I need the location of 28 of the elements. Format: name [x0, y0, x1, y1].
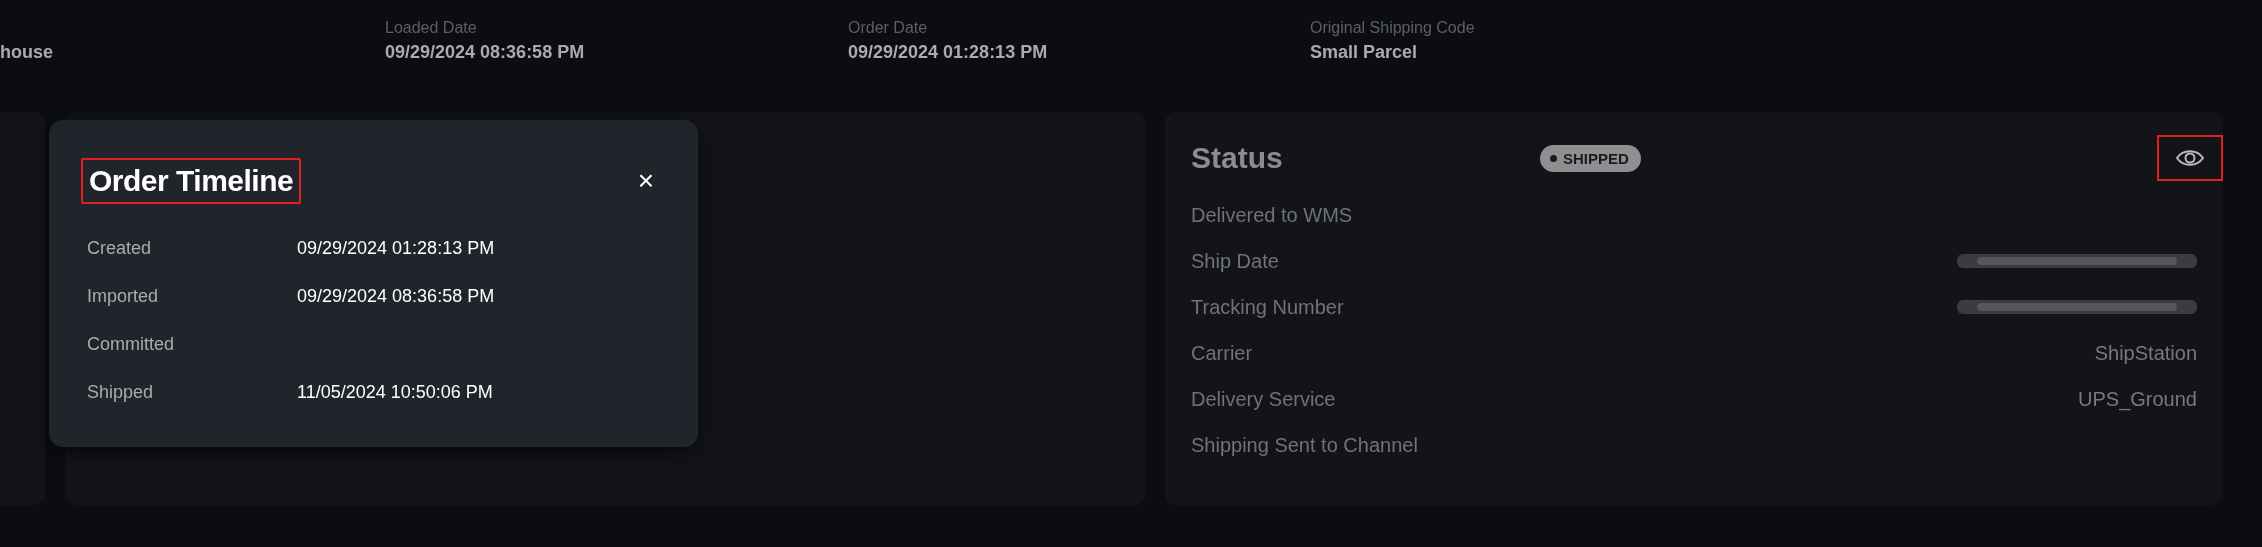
status-badge: SHIPPED [1540, 144, 1641, 172]
field-label: Original Shipping Code [1310, 19, 1476, 38]
eye-icon [2175, 148, 2205, 168]
field-label: Loaded Date [385, 19, 478, 38]
status-row-value: ShipStation [2094, 341, 2197, 365]
field-value: 09/29/2024 01:28:13 PM [848, 42, 1049, 63]
timeline-label: Committed [87, 333, 176, 355]
timeline-label: Imported [87, 285, 160, 307]
status-title: Status [1191, 141, 1284, 175]
status-row-label: Tracking Number [1191, 295, 1344, 319]
field-value: house [0, 42, 54, 63]
timeline-value: 09/29/2024 08:36:58 PM [297, 285, 496, 307]
status-row-value: UPS_Ground [2078, 387, 2197, 411]
dialog-title: Order Timeline [81, 158, 302, 204]
status-row-label: Delivered to WMS [1191, 203, 1353, 227]
status-row-label: Shipping Sent to Channel [1191, 433, 1418, 457]
field-label: Order Date [848, 19, 929, 38]
view-button[interactable] [2157, 135, 2223, 181]
field-value: 09/29/2024 08:36:58 PM [385, 42, 586, 63]
status-row-label: Delivery Service [1191, 387, 1336, 411]
timeline-label: Created [87, 237, 153, 259]
field-value: Small Parcel [1310, 42, 1419, 63]
close-button[interactable]: × [629, 165, 662, 197]
timeline-label: Shipped [87, 381, 155, 403]
timeline-value: 11/05/2024 10:50:06 PM [297, 381, 494, 403]
timeline-value: 09/29/2024 01:28:13 PM [297, 237, 496, 259]
status-row-label: Carrier [1191, 341, 1253, 365]
status-row-label: Ship Date [1191, 249, 1279, 273]
